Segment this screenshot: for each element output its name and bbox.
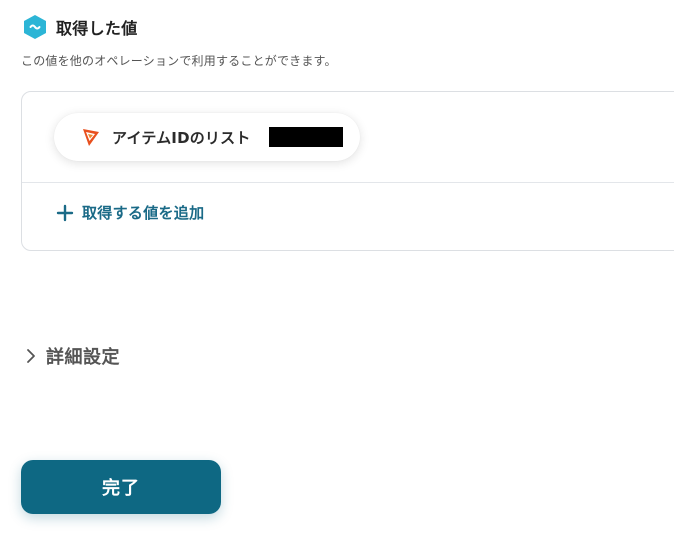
chevron-right-icon [24, 346, 38, 366]
card-divider [22, 182, 674, 183]
advanced-settings-label: 詳細設定 [46, 347, 120, 368]
value-chip-label: アイテムIDのリスト [112, 128, 251, 147]
add-value-button[interactable]: 取得する値を追加 [56, 202, 204, 223]
redacted-block [268, 127, 343, 147]
add-value-label: 取得する値を追加 [82, 204, 205, 222]
acquired-values-card: アイテムIDのリスト 取得する値を追加 [21, 91, 674, 251]
app-badge-icon [22, 14, 48, 40]
section-header: 取得した値 [22, 14, 138, 40]
section-title: 取得した値 [56, 19, 138, 38]
done-button[interactable]: 完了 [21, 460, 221, 514]
plus-icon [56, 204, 74, 222]
section-description: この値を他のオペレーションで利用することができます。 [21, 54, 337, 68]
advanced-settings-toggle[interactable]: 詳細設定 [24, 343, 120, 369]
value-chip-item-id-list[interactable]: アイテムIDのリスト [54, 113, 360, 161]
app-logo-icon [80, 126, 102, 148]
page: 取得した値 この値を他のオペレーションで利用することができます。 アイテムIDの… [0, 0, 674, 536]
done-button-label: 完了 [102, 478, 140, 499]
